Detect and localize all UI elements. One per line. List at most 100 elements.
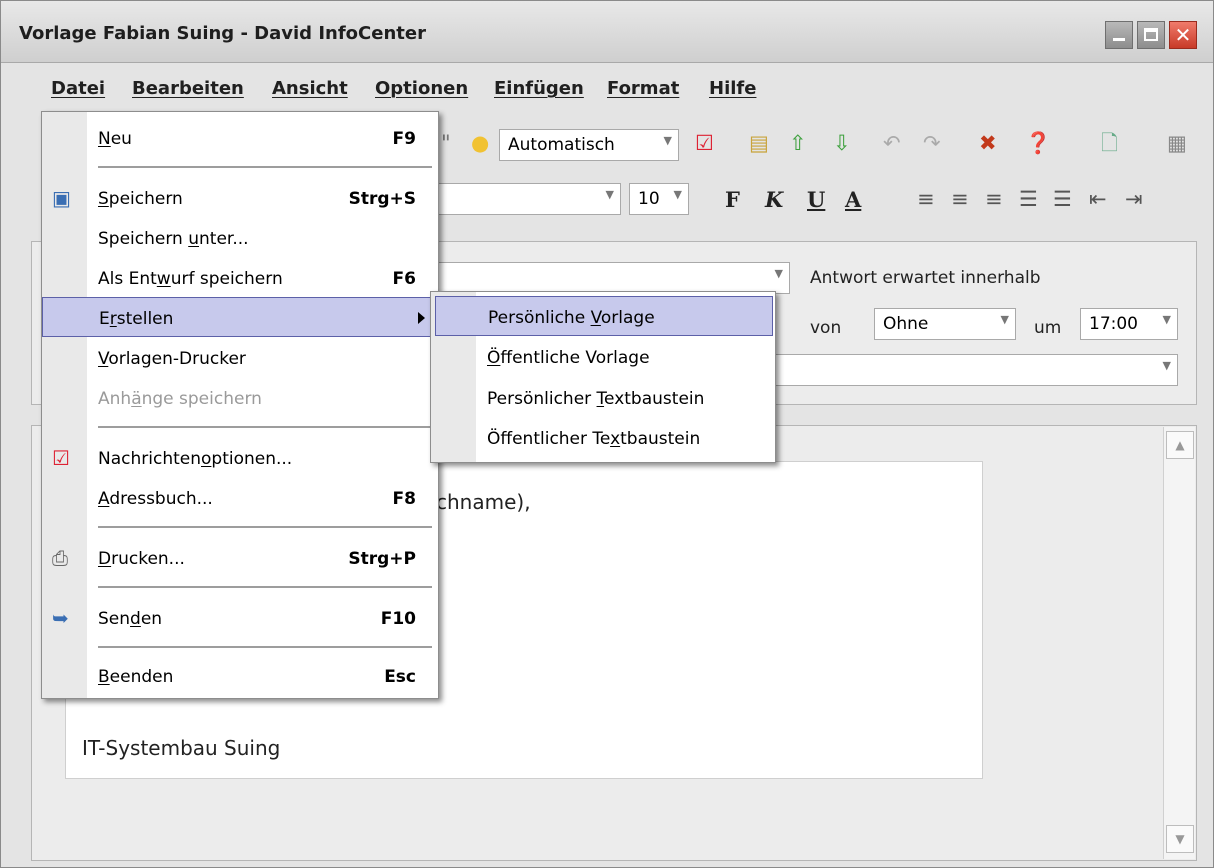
new-doc-icon[interactable]: 🗋 xyxy=(1101,131,1118,155)
menu-item-label: Erstellen xyxy=(99,309,174,329)
menu-item-label: Als Entwurf speichern xyxy=(98,269,283,289)
quote-icon[interactable]: " xyxy=(441,131,451,155)
menu-bar: Datei Bearbeiten Ansicht Optionen Einfüg… xyxy=(1,64,1213,110)
chevron-down-icon: ▼ xyxy=(774,267,783,280)
menu-item-label: Drucken... xyxy=(98,549,185,569)
menu-item-senden[interactable]: ➥ Senden F10 xyxy=(42,598,438,638)
time-combo[interactable]: 17:00 ▼ xyxy=(1080,308,1178,340)
menu-optionen[interactable]: Optionen xyxy=(375,78,468,99)
von-combo[interactable]: Ohne ▼ xyxy=(874,308,1016,340)
menu-shortcut: Strg+P xyxy=(348,549,416,569)
menu-ansicht[interactable]: Ansicht xyxy=(272,78,348,99)
menu-datei[interactable]: Datei xyxy=(51,78,105,99)
align-right-icon[interactable]: ≡ xyxy=(985,187,1003,211)
von-value: Ohne xyxy=(883,314,929,334)
menu-item-neu[interactable]: Neu F9 xyxy=(42,118,438,158)
chevron-down-icon: ▼ xyxy=(673,188,682,201)
menu-item-label: Anhänge speichern xyxy=(98,389,262,409)
menu-shortcut: Strg+S xyxy=(348,189,416,209)
menu-shortcut: F9 xyxy=(392,129,416,149)
font-size-value: 10 xyxy=(638,189,660,209)
lightbulb-icon: ● xyxy=(471,131,490,155)
menu-item-label: Öffentliche Vorlage xyxy=(487,348,650,368)
menu-item-label: Adressbuch... xyxy=(98,489,213,509)
check-doc-icon[interactable]: ☑ xyxy=(695,131,714,155)
window-title: Vorlage Fabian Suing - David InfoCenter xyxy=(19,23,426,44)
editor-scrollbar[interactable]: ▲ ▼ xyxy=(1163,427,1195,859)
menu-einfuegen[interactable]: Einfügen xyxy=(494,78,584,99)
menu-item-label: Neu xyxy=(98,129,132,149)
erstellen-submenu: Persönliche Vorlage Öffentliche Vorlage … xyxy=(430,291,776,463)
recipient-combo[interactable]: ▼ xyxy=(412,262,790,294)
time-value: 17:00 xyxy=(1089,314,1138,334)
align-left-icon[interactable]: ≡ xyxy=(917,187,935,211)
priority-combo[interactable]: Automatisch ▼ xyxy=(499,129,679,161)
menu-item-label: Speichern xyxy=(98,189,183,209)
font-size-combo[interactable]: 10 ▼ xyxy=(629,183,689,215)
menu-separator xyxy=(98,426,432,428)
file-menu-dropdown: Neu F9 ▣ Speichern Strg+S Speichern unte… xyxy=(41,111,439,699)
note-icon[interactable]: ▤ xyxy=(749,131,769,155)
menu-bearbeiten[interactable]: Bearbeiten xyxy=(132,78,244,99)
underline-button[interactable]: U xyxy=(807,187,825,212)
menu-item-als-entwurf-speichern[interactable]: Als Entwurf speichern F6 xyxy=(42,258,438,298)
menu-item-nachrichtenoptionen[interactable]: ☑ Nachrichtenoptionen... xyxy=(42,438,438,478)
bullet-list-icon[interactable]: ☰ xyxy=(1053,187,1072,211)
send-icon: ➥ xyxy=(52,606,69,630)
font-name-combo[interactable]: a ▼ xyxy=(411,183,621,215)
submenu-item-persoenlicher-textbaustein[interactable]: Persönlicher Textbaustein xyxy=(435,378,773,418)
numbered-list-icon[interactable]: ☰ xyxy=(1019,187,1038,211)
menu-item-adressbuch[interactable]: Adressbuch... F8 xyxy=(42,478,438,518)
menu-item-anhaenge-speichern: Anhänge speichern xyxy=(42,378,438,418)
chevron-down-icon: ▼ xyxy=(1162,313,1171,326)
menu-hilfe[interactable]: Hilfe xyxy=(709,78,756,99)
submenu-item-oeffentlicher-textbaustein[interactable]: Öffentlicher Textbaustein xyxy=(435,418,773,458)
close-button[interactable]: ✕ xyxy=(1169,21,1197,49)
align-center-icon[interactable]: ≡ xyxy=(951,187,969,211)
submenu-arrow-icon xyxy=(418,312,425,324)
help-icon[interactable]: ❓ xyxy=(1025,131,1051,155)
bold-button[interactable]: F xyxy=(725,187,740,212)
submenu-item-persoenliche-vorlage[interactable]: Persönliche Vorlage xyxy=(435,296,773,336)
menu-item-drucken[interactable]: ⎙ Drucken... Strg+P xyxy=(42,538,438,578)
menu-item-speichern[interactable]: ▣ Speichern Strg+S xyxy=(42,178,438,218)
arrow-up-green-icon[interactable]: ⇧ xyxy=(789,131,807,155)
menu-separator xyxy=(98,586,432,588)
delete-x-icon[interactable]: ✖ xyxy=(979,131,997,155)
arrow-down-green-icon[interactable]: ⇩ xyxy=(833,131,851,155)
menu-format[interactable]: Format xyxy=(607,78,679,99)
menu-item-vorlagen-drucker[interactable]: Vorlagen-Drucker xyxy=(42,338,438,378)
redo-icon[interactable]: ↷ xyxy=(923,131,941,155)
maximize-icon xyxy=(1144,28,1158,41)
menu-separator xyxy=(98,526,432,528)
menu-item-label: Öffentlicher Textbaustein xyxy=(487,429,701,449)
um-label: um xyxy=(1034,318,1062,338)
menu-item-beenden[interactable]: Beenden Esc xyxy=(42,656,438,696)
minimize-icon xyxy=(1113,38,1125,41)
font-color-button[interactable]: A xyxy=(845,187,861,212)
printer-icon: ⎙ xyxy=(52,546,68,570)
menu-shortcut: F10 xyxy=(380,609,416,629)
undo-icon[interactable]: ↶ xyxy=(883,131,901,155)
italic-button[interactable]: K xyxy=(765,187,783,212)
reply-expected-label: Antwort erwartet innerhalb xyxy=(810,268,1041,288)
minimize-button[interactable] xyxy=(1105,21,1133,49)
outdent-icon[interactable]: ⇤ xyxy=(1089,187,1107,211)
title-bar[interactable]: Vorlage Fabian Suing - David InfoCenter … xyxy=(1,1,1213,63)
submenu-item-oeffentliche-vorlage[interactable]: Öffentliche Vorlage xyxy=(435,337,773,377)
menu-item-label: Senden xyxy=(98,609,163,629)
scroll-up-icon[interactable]: ▲ xyxy=(1166,431,1194,459)
indent-icon[interactable]: ⇥ xyxy=(1125,187,1143,211)
signature-text: IT-Systembau Suing xyxy=(82,736,281,760)
priority-value: Automatisch xyxy=(508,135,615,155)
menu-item-label: Nachrichtenoptionen... xyxy=(98,449,293,469)
menu-item-speichern-unter[interactable]: Speichern unter... xyxy=(42,218,438,258)
menu-item-label: Vorlagen-Drucker xyxy=(98,349,246,369)
maximize-button[interactable] xyxy=(1137,21,1165,49)
app-window: Vorlage Fabian Suing - David InfoCenter … xyxy=(0,0,1214,868)
scroll-down-icon[interactable]: ▼ xyxy=(1166,825,1194,853)
menu-item-erstellen[interactable]: Erstellen xyxy=(42,297,438,337)
menu-shortcut: F8 xyxy=(392,489,416,509)
table-icon[interactable]: ▦ xyxy=(1167,131,1187,155)
save-icon: ▣ xyxy=(52,186,71,210)
